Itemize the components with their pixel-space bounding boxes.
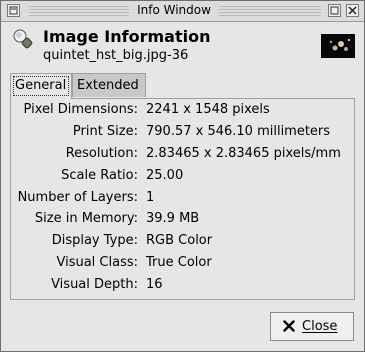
tab-extended-label: Extended	[77, 78, 139, 93]
info-label: Display Type:	[51, 233, 138, 248]
info-label: Visual Depth:	[51, 277, 138, 292]
title-bar-grip	[219, 6, 321, 16]
info-label: Size in Memory:	[34, 211, 138, 226]
info-value: 25.00	[146, 168, 184, 183]
title-bar-grip	[29, 6, 129, 16]
info-row-pixel-dimensions: Pixel Dimensions: 2241 x 1548 pixels	[1, 102, 365, 122]
info-value: 2.83465 x 2.83465 pixels/mm	[146, 146, 341, 161]
info-label: Visual Class:	[56, 255, 138, 270]
info-value: True Color	[146, 255, 212, 270]
title-bar[interactable]: Info Window	[1, 1, 364, 22]
image-info-icon	[11, 27, 33, 49]
window-title: Info Window	[137, 3, 211, 17]
info-row-number-of-layers: Number of Layers: 1	[1, 190, 365, 210]
info-row-scale-ratio: Scale Ratio: 25.00	[1, 168, 365, 188]
info-label: Scale Ratio:	[61, 168, 138, 183]
info-value: 16	[146, 277, 163, 292]
info-value: 2241 x 1548 pixels	[146, 102, 270, 117]
close-button[interactable]: Close	[270, 312, 354, 341]
image-thumbnail	[321, 34, 355, 58]
info-row-size-in-memory: Size in Memory: 39.9 MB	[1, 211, 365, 231]
header-title: Image Information	[43, 27, 211, 46]
info-row-display-type: Display Type: RGB Color	[1, 233, 365, 253]
info-label: Print Size:	[72, 124, 138, 139]
tab-focus-ring	[13, 76, 69, 96]
image-name: quintet_hst_big.jpg-36	[43, 48, 189, 63]
info-label: Pixel Dimensions:	[23, 102, 138, 117]
info-label: Resolution:	[65, 146, 138, 161]
info-value: 790.57 x 546.10 millimeters	[146, 124, 331, 139]
info-value: 39.9 MB	[146, 211, 200, 226]
info-label: Number of Layers:	[17, 190, 138, 205]
info-value: RGB Color	[146, 233, 213, 248]
window-menu-icon[interactable]	[7, 4, 20, 17]
close-button-label: Close	[302, 319, 338, 334]
info-row-visual-class: Visual Class: True Color	[1, 255, 365, 275]
info-window: Info Window Image Information quintet_hs…	[0, 0, 365, 352]
close-icon[interactable]	[346, 4, 359, 17]
info-row-print-size: Print Size: 790.57 x 546.10 millimeters	[1, 124, 365, 144]
x-icon	[283, 320, 295, 336]
info-row-resolution: Resolution: 2.83465 x 2.83465 pixels/mm	[1, 146, 365, 166]
tab-extended[interactable]: Extended	[72, 73, 146, 97]
info-row-visual-depth: Visual Depth: 16	[1, 277, 365, 297]
info-value: 1	[146, 190, 155, 205]
minimize-icon[interactable]	[328, 4, 341, 17]
tab-general[interactable]: General	[10, 73, 72, 99]
